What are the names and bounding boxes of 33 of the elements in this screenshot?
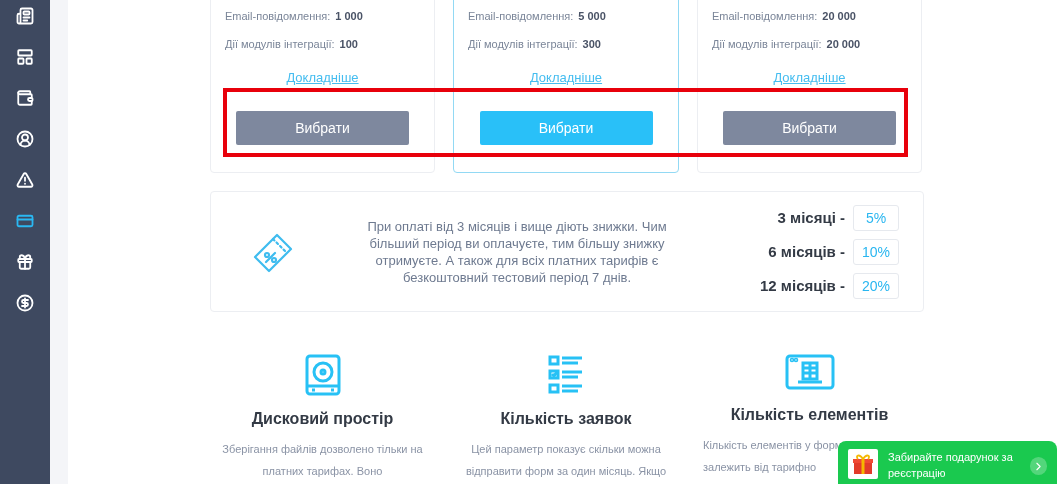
promo-text: Забирайте подарунок за реєстрацію bbox=[888, 450, 1014, 481]
details-link[interactable]: Докладніше bbox=[286, 69, 359, 87]
select-button[interactable]: Вибрати bbox=[723, 111, 896, 145]
select-button[interactable]: Вибрати bbox=[236, 111, 409, 145]
feature-title: Дисковий простір bbox=[251, 409, 394, 429]
feature-description-line: залежить від тарифно bbox=[702, 460, 817, 475]
feature-description-line: Зберігання файлів дозволено тільки на bbox=[222, 442, 423, 457]
promo-banner[interactable]: Забирайте подарунок за реєстрацію bbox=[838, 441, 1057, 484]
discount-value: 10% bbox=[853, 238, 899, 265]
period-label: 6 місяців - bbox=[768, 243, 845, 260]
period-label: 12 місяців - bbox=[760, 277, 845, 294]
details-link[interactable]: Докладніше bbox=[773, 69, 846, 87]
email-limit: Email-повідомлення: 20 000 bbox=[712, 9, 857, 24]
monitor-form-icon bbox=[784, 354, 835, 392]
email-limit: Email-повідомлення: 5 000 bbox=[468, 9, 607, 24]
feature-title: Кількість заявок bbox=[500, 409, 632, 429]
integration-limit: Дії модулів інтеграції: 20 000 bbox=[712, 37, 862, 52]
feature-description-line: платних тарифах. Воно bbox=[262, 464, 383, 479]
details-link[interactable]: Докладніше bbox=[529, 69, 603, 87]
feature-description-line: відправити форм за один місяць. Якщо bbox=[465, 464, 667, 479]
discount-text: При оплаті від 3 місяців і вище діють знижки. Чим більший період ви оплачуєте, тим більшу знижку отримуєте. А також для всіх платних тарифів є безкоштовний тестовий період 7 днів. bbox=[367, 217, 667, 286]
integration-limit: Дії модулів інтеграції: 100 bbox=[225, 37, 359, 52]
integration-limit: Дії модулів інтеграції: 300 bbox=[468, 37, 602, 52]
feature-title: Кількість елементів bbox=[730, 405, 889, 425]
discount-value: 20% bbox=[853, 272, 899, 299]
checklist-icon bbox=[548, 354, 584, 396]
discount-value: 5% bbox=[853, 204, 899, 231]
gift-icon bbox=[848, 449, 878, 479]
feature-description-line: Цей параметр показує скільки можна bbox=[471, 442, 661, 457]
select-button[interactable]: Вибрати bbox=[479, 111, 653, 145]
hard-drive-icon bbox=[304, 354, 341, 396]
email-limit: Email-повідомлення: 1 000 bbox=[225, 9, 364, 24]
period-label: 3 місяці - bbox=[777, 209, 845, 226]
